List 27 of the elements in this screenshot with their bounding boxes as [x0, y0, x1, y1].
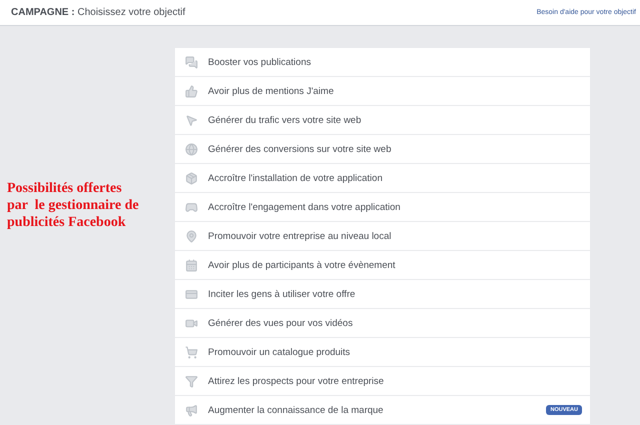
megaphone-icon	[185, 404, 198, 416]
objective-item[interactable]: Avoir plus de mentions J'aime	[175, 77, 590, 106]
cart-icon	[185, 346, 198, 358]
objective-item[interactable]: Promouvoir votre entreprise au niveau local	[175, 222, 590, 251]
cursor-icon	[185, 114, 198, 126]
video-camera-icon	[185, 316, 198, 330]
objective-item[interactable]: Accroître l'installation de votre application	[175, 164, 590, 193]
objective-item[interactable]: Générer du trafic vers votre site web	[175, 106, 590, 135]
map-pin-icon	[185, 230, 198, 242]
filter-icon	[185, 374, 198, 388]
objective-item[interactable]: Accroître l'engagement dans votre application	[175, 193, 590, 222]
objective-item[interactable]: Booster vos publications	[175, 48, 590, 77]
page-title: CAMPAGNE : Choisissez votre objectif	[11, 7, 186, 18]
objective-item[interactable]: Attirez les prospects pour votre entreprise	[175, 367, 590, 396]
objective-item[interactable]: Promouvoir un catalogue produits	[175, 338, 590, 367]
card-icon	[185, 288, 198, 300]
chat-bubbles-icon	[185, 56, 198, 68]
globe-icon	[185, 142, 198, 156]
annotation-text: Possibilités offertes par le gestionnaire de publicités Facebook	[7, 180, 140, 231]
thumbs-up-icon	[185, 84, 198, 98]
objective-item[interactable]: Inciter les gens à utiliser votre offre	[175, 280, 590, 309]
objective-item[interactable]: Avoir plus de participants à votre évènement	[175, 251, 590, 280]
gamepad-icon	[185, 200, 198, 214]
objective-item[interactable]: Générer des conversions sur votre site web	[175, 135, 590, 164]
objective-item[interactable]: Générer des vues pour vos vidéos	[175, 309, 590, 338]
box-icon	[185, 172, 198, 184]
calendar-icon	[185, 258, 198, 272]
